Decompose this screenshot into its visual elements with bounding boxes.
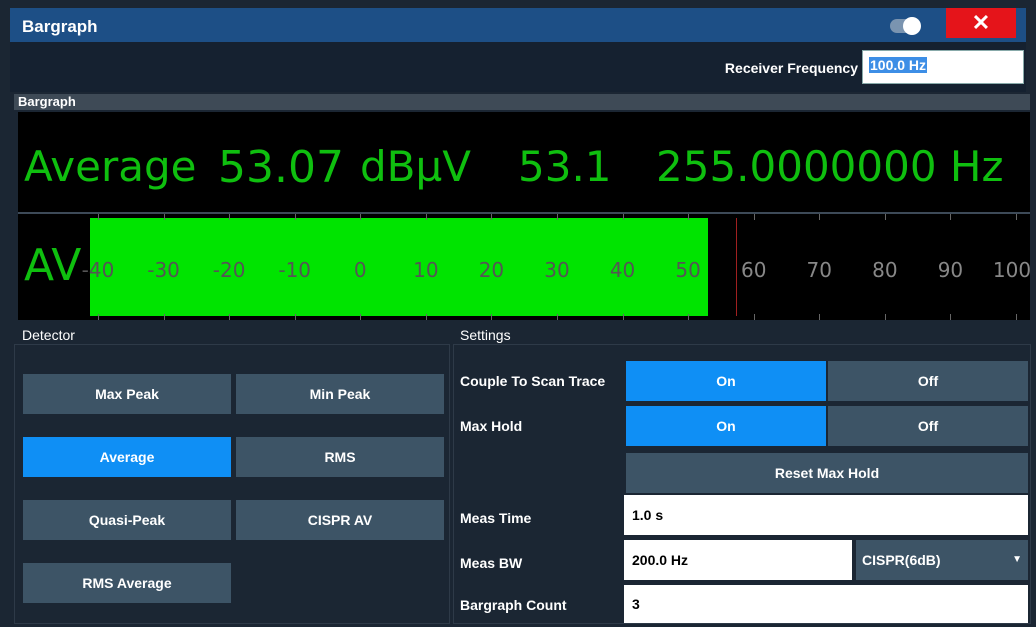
scale-tick-mark	[425, 314, 427, 320]
scale-tick-label: -20	[212, 258, 246, 282]
toggle-knob	[903, 17, 921, 35]
max-hold-label: Max Hold	[460, 418, 523, 434]
scale-tick-mark	[753, 314, 755, 320]
scale-tick-label: 90	[937, 258, 964, 282]
scale-tick-mark	[688, 214, 690, 220]
scale-tick-label: -40	[81, 258, 115, 282]
max-hold-on-button[interactable]: On	[626, 406, 826, 446]
scale-tick-mark	[950, 314, 952, 320]
couple-on-button[interactable]: On	[626, 361, 826, 401]
frequency-value: 255.0000000 Hz	[656, 142, 1004, 191]
detector-name: Average	[24, 142, 197, 191]
meas-bw-label: Meas BW	[460, 555, 523, 571]
scale-tick-mark	[884, 214, 886, 220]
scale-tick-label: 80	[872, 258, 898, 282]
scale-tick-mark	[360, 214, 362, 220]
max-hold-value: 53.1	[518, 142, 612, 191]
scale-tick-mark	[1016, 214, 1017, 220]
scale-tick-mark	[819, 314, 821, 320]
scale-tick-mark	[98, 314, 99, 320]
cispr-av-button[interactable]: CISPR AV	[236, 500, 444, 540]
quasi-peak-button[interactable]: Quasi-Peak	[23, 500, 231, 540]
scale-tick-mark	[753, 214, 755, 220]
receiver-bar: Receiver Frequency 100.0 Hz	[10, 42, 1026, 92]
scale-tick-mark	[622, 214, 624, 220]
reset-max-hold-button[interactable]: Reset Max Hold	[626, 453, 1028, 493]
meas-time-label: Meas Time	[460, 510, 532, 526]
settings-panel: Couple To Scan Trace On Off Max Hold On …	[453, 344, 1031, 624]
scale-tick-mark	[491, 314, 493, 320]
receiver-frequency-label: Receiver Frequency	[724, 60, 858, 76]
scale-tick-label: 30	[544, 258, 570, 282]
detector-panel-title: Detector	[22, 327, 75, 343]
chevron-down-icon: ▼	[1012, 554, 1022, 565]
max-peak-button[interactable]: Max Peak	[23, 374, 231, 414]
average-button[interactable]: Average	[23, 437, 231, 477]
scale-tick-mark	[294, 314, 296, 320]
scale-tick-mark	[491, 214, 493, 220]
receiver-frequency-value: 100.0 Hz	[869, 57, 928, 73]
bargraph-bar-area: AV -40 -30 -20 -10 0 10 20 30 40 50 60 70 80 90 100	[18, 214, 1032, 320]
scale-tick-label: 0	[353, 258, 367, 282]
max-hold-marker	[736, 218, 738, 316]
rms-button[interactable]: RMS	[236, 437, 444, 477]
scale-tick-mark	[163, 314, 165, 320]
scale-tick-label: 40	[609, 258, 636, 282]
scale-tick-label: 20	[478, 258, 505, 282]
scale-tick-mark	[819, 214, 821, 220]
level-unit: dBµV	[360, 142, 471, 191]
scale-tick-mark	[557, 314, 558, 320]
scale-tick-label: 100	[992, 258, 1032, 282]
scale-tick-mark	[688, 314, 690, 320]
meas-bw-filter-value: CISPR(6dB)	[862, 552, 941, 568]
close-button[interactable]: ✕	[946, 8, 1016, 38]
bar-detector-label: AV	[24, 240, 82, 291]
scale-tick-mark	[294, 214, 296, 220]
scale-tick-mark	[229, 214, 231, 220]
scale-tick-label: 70	[806, 258, 833, 282]
scale-tick-mark	[98, 214, 99, 220]
window-title: Bargraph	[22, 17, 98, 36]
close-icon: ✕	[971, 10, 991, 35]
couple-to-scan-trace-label: Couple To Scan Trace	[460, 373, 606, 389]
rms-average-button[interactable]: RMS Average	[23, 563, 231, 603]
bargraph-readout: Average 53.07 dBµV 53.1 255.0000000 Hz	[18, 112, 1030, 212]
receiver-frequency-input[interactable]: 100.0 Hz	[862, 50, 1024, 84]
scale-tick-label: 60	[740, 258, 767, 282]
min-peak-button[interactable]: Min Peak	[236, 374, 444, 414]
toggle-switch[interactable]	[890, 17, 921, 35]
scale-tick-label: 50	[675, 258, 701, 282]
scale-tick-mark	[1016, 314, 1017, 320]
detector-panel: Max Peak Min Peak Average RMS Quasi-Peak…	[14, 344, 450, 624]
bargraph-count-label: Bargraph Count	[460, 597, 567, 613]
scale-tick-mark	[950, 214, 952, 220]
settings-panel-title: Settings	[460, 327, 511, 343]
scale-tick-mark	[163, 214, 165, 220]
max-hold-off-button[interactable]: Off	[828, 406, 1028, 446]
scale-tick-mark	[229, 314, 231, 320]
scale-tick-label: -10	[278, 258, 312, 282]
scale-tick-mark	[557, 214, 558, 220]
bargraph-count-field[interactable]: 3	[624, 585, 1028, 623]
scale-tick-label: -30	[147, 258, 180, 282]
meas-time-field[interactable]: 1.0 s	[624, 495, 1028, 535]
level-value: 53.07	[218, 142, 344, 193]
scale-tick-mark	[425, 214, 427, 220]
bargraph-header: Bargraph	[14, 94, 1030, 110]
scale-tick-mark	[622, 314, 624, 320]
scale-tick-mark	[884, 314, 886, 320]
couple-off-button[interactable]: Off	[828, 361, 1028, 401]
meas-bw-filter-dropdown[interactable]: CISPR(6dB) ▼	[856, 540, 1028, 580]
scale-tick-mark	[360, 314, 362, 320]
window-titlebar: Bargraph ✕	[10, 8, 1026, 42]
scale-tick-label: 10	[413, 258, 439, 282]
meas-bw-field[interactable]: 200.0 Hz	[624, 540, 852, 580]
